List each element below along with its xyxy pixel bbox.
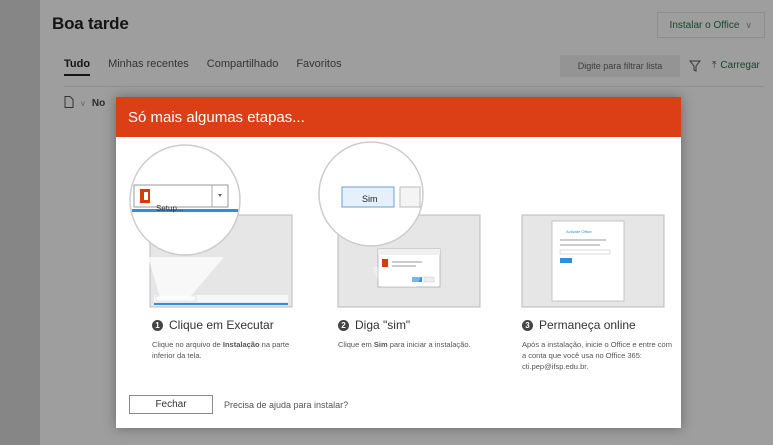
dialog-title: Só mais algumas etapas... <box>128 108 305 126</box>
close-button[interactable]: Fechar <box>129 395 213 414</box>
step1-number: 1 <box>152 319 163 331</box>
dialog-header: Só mais algumas etapas... <box>116 97 681 137</box>
setup-dialog: Só mais algumas etapas... Setup... Sim A… <box>116 97 681 428</box>
step2-description: Clique em Sim para iniciar a instalação. <box>338 340 471 349</box>
step3-number: 3 <box>522 319 533 331</box>
step2-number: 2 <box>338 319 349 331</box>
step2-title: 2 Diga "sim" <box>338 318 410 332</box>
step2-illustration <box>318 141 481 308</box>
step3-title: 3 Permaneça online <box>522 318 636 332</box>
step1-description: Clique no arquivo de Instalação na parte… <box>152 340 290 360</box>
step1-title: 1 Clique em Executar <box>152 318 274 332</box>
step3-description: Após a instalação, inicie o Office e ent… <box>522 340 672 371</box>
steps-illustration <box>129 141 665 308</box>
sim-label: Sim <box>362 194 378 204</box>
step3-illustration <box>521 214 665 308</box>
step3-title-text: Permaneça online <box>539 318 636 332</box>
step2-title-text: Diga "sim" <box>355 318 411 332</box>
step1-title-text: Clique em Executar <box>169 318 274 332</box>
help-link[interactable]: Precisa de ajuda para instalar? <box>224 400 348 410</box>
step1-illustration <box>129 144 293 308</box>
setup-label: Setup... <box>156 204 184 213</box>
activate-office-label: Activate Office <box>566 229 592 234</box>
